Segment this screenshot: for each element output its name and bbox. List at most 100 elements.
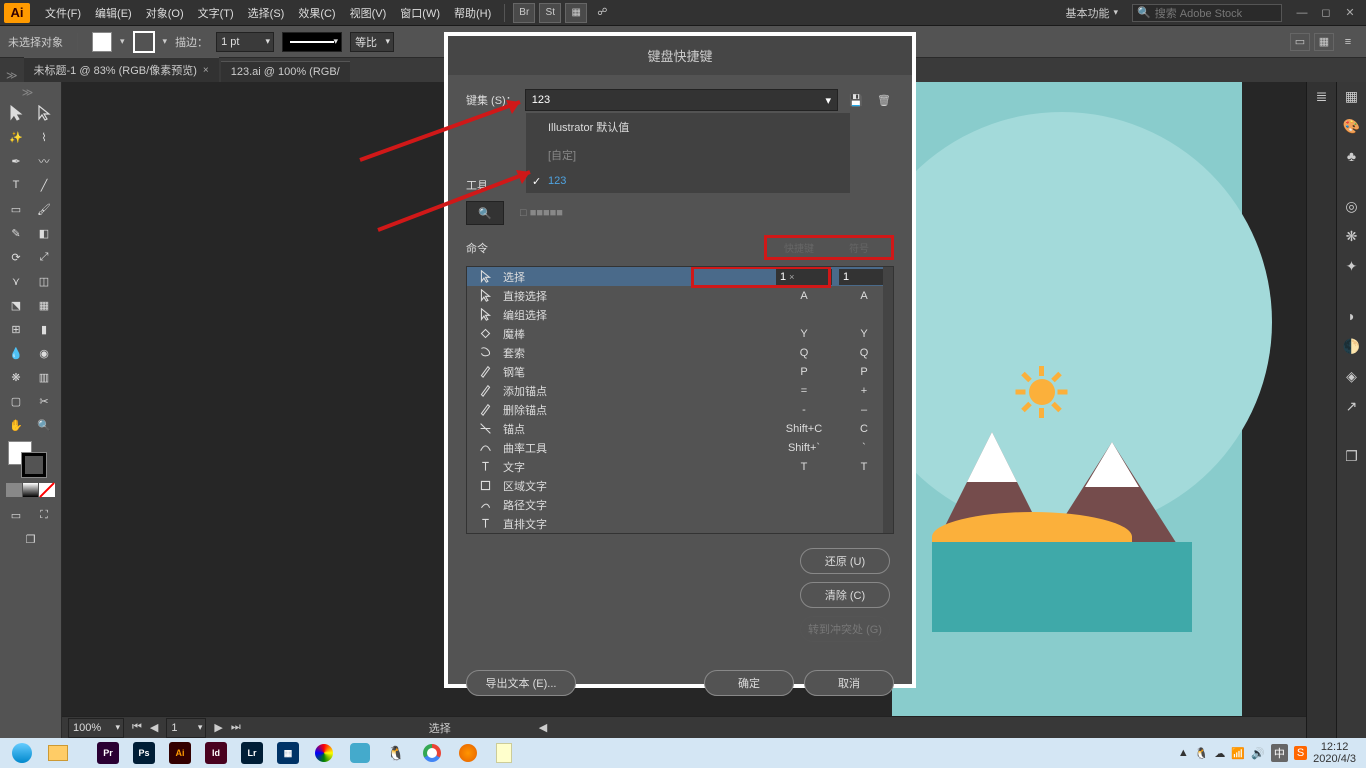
opacity-dd[interactable]: 等比 (350, 32, 394, 52)
brushes-panel-icon[interactable]: ❋ (1342, 226, 1362, 246)
brush-tool[interactable]: 🖌 (30, 197, 58, 221)
color-mode-chip[interactable] (6, 483, 22, 497)
blend-tool[interactable]: ◉ (30, 341, 58, 365)
appearance-panel-icon[interactable]: ↗ (1342, 396, 1362, 416)
rotate-tool[interactable]: ⟳ (2, 245, 30, 269)
shortcut-row[interactable]: 魔棒YY (467, 324, 893, 343)
nav-first-icon[interactable]: ⏮ (132, 721, 142, 734)
shape-builder-tool[interactable]: ⬔ (2, 293, 30, 317)
keyset-dropdown[interactable]: 123 (525, 89, 838, 111)
swatches-panel-icon[interactable]: ♣ (1342, 146, 1362, 166)
nav-prev-icon[interactable]: ◀ (150, 721, 158, 734)
rectangle-tool[interactable]: ▭ (2, 197, 30, 221)
hand-tool[interactable]: ✋ (2, 413, 30, 437)
explorer-icon[interactable] (42, 740, 74, 766)
menu-select[interactable]: 选择(S) (241, 0, 292, 26)
taskbar-lightroom-icon[interactable]: Lr (236, 740, 268, 766)
gradient-panel-icon[interactable]: 🌓 (1342, 336, 1362, 356)
none-mode-chip[interactable] (39, 483, 55, 497)
selection-tool[interactable] (2, 101, 30, 125)
stock-search[interactable]: 🔍 搜索 Adobe Stock (1132, 4, 1282, 22)
zoom-dropdown[interactable]: 100% (68, 718, 124, 738)
taskbar-app-2-icon[interactable] (308, 740, 340, 766)
bridge-icon[interactable]: Br (513, 3, 535, 23)
window-minimize[interactable]: — (1292, 3, 1312, 23)
tray-clock[interactable]: 12:12 2020/4/3 (1313, 741, 1356, 765)
shortcut-row[interactable]: 直接选择AA (467, 286, 893, 305)
stroke-width-dd[interactable]: 1 pt (216, 32, 274, 52)
screen-mode-normal[interactable]: ▭ (2, 503, 30, 527)
tray-sogou-icon[interactable]: S (1294, 746, 1307, 760)
shortcut-row[interactable]: 曲率工具Shift+`` (467, 438, 893, 457)
extra-icon[interactable]: ☍ (591, 3, 613, 23)
shortcut-row[interactable]: 直排区域文字 (467, 533, 893, 534)
eraser-tool[interactable]: ◧ (30, 221, 58, 245)
taskbar-notepad-icon[interactable] (488, 740, 520, 766)
taskbar-illustrator-icon[interactable]: Ai (164, 740, 196, 766)
workspace-dropdown[interactable]: 基本功能▾ (1059, 5, 1124, 21)
width-tool[interactable]: ⋎ (2, 269, 30, 293)
shortcut-row[interactable]: 添加锚点=+ (467, 381, 893, 400)
gradient-tool[interactable]: ▮ (30, 317, 58, 341)
tab-scroll-icon[interactable]: ≫ (6, 69, 18, 82)
panel-menu-icon[interactable]: ≡ (1338, 33, 1358, 51)
window-close[interactable]: ✕ (1340, 3, 1360, 23)
delete-keyset-icon[interactable]: 🗑 (874, 90, 894, 110)
clear-button[interactable]: 清除 (C) (800, 582, 890, 608)
shortcuts-list[interactable]: 选择1×1直接选择AA编组选择魔棒YY套索QQ钢笔PP添加锚点=+删除锚点-–锚… (466, 266, 894, 534)
search-shortcut-icon[interactable]: 🔍 (466, 201, 504, 225)
taskbar-qq-icon[interactable]: 🐧 (380, 740, 412, 766)
shaper-tool[interactable]: ✎ (2, 221, 30, 245)
artboard-tool[interactable]: ▢ (2, 389, 30, 413)
keyset-option-custom[interactable]: [自定] (526, 141, 850, 169)
stroke-profile[interactable] (282, 32, 342, 52)
screen-mode-full[interactable]: ⛶ (30, 503, 58, 527)
tray-qq-icon[interactable]: 🐧 (1195, 747, 1209, 760)
artboard-nav-dd[interactable]: 1 (166, 718, 206, 738)
menu-file[interactable]: 文件(F) (38, 0, 88, 26)
properties-panel-icon[interactable]: ≣ (1312, 86, 1332, 106)
layers-panel-icon[interactable]: ❐ (1342, 446, 1362, 466)
keyset-option-default[interactable]: Illustrator 默认值 (526, 113, 850, 141)
tray-volume-icon[interactable]: 🔊 (1251, 747, 1265, 760)
taskbar-photoshop-icon[interactable]: Ps (128, 740, 160, 766)
fill-stroke-control[interactable] (2, 437, 59, 481)
fill-swatch[interactable] (92, 32, 112, 52)
zoom-tool[interactable]: 🔍 (30, 413, 58, 437)
menu-edit[interactable]: 编辑(E) (88, 0, 139, 26)
stroke-panel-icon[interactable]: ◗ (1342, 306, 1362, 326)
taskbar-app-3-icon[interactable] (344, 740, 376, 766)
doc-tab-1[interactable]: 未标题-1 @ 83% (RGB/像素预览) × (24, 57, 219, 82)
line-tool[interactable]: ╱ (30, 173, 58, 197)
shortcut-row[interactable]: 文字TT (467, 457, 893, 476)
type-tool[interactable]: T (2, 173, 30, 197)
shortcut-row[interactable]: 区域文字 (467, 476, 893, 495)
tray-app-icon[interactable]: ☁ (1214, 747, 1225, 760)
lasso-tool[interactable]: ⌇ (30, 125, 58, 149)
doc-setup-icon[interactable]: ▭ (1290, 33, 1310, 51)
stroke-swatch[interactable] (133, 31, 155, 53)
menu-object[interactable]: 对象(O) (139, 0, 191, 26)
color-panel-icon[interactable]: 🎨 (1342, 116, 1362, 136)
magic-wand-tool[interactable]: ✨ (2, 125, 30, 149)
menu-effect[interactable]: 效果(C) (291, 0, 342, 26)
symbol-sprayer-tool[interactable]: ❋ (2, 365, 30, 389)
taskbar-firefox-icon[interactable] (452, 740, 484, 766)
toolbox-collapse-icon[interactable]: ≫ (2, 84, 53, 101)
tray-ime-icon[interactable]: 中 (1271, 744, 1288, 762)
tray-expand-icon[interactable]: ▲ (1178, 747, 1189, 759)
gradient-mode-chip[interactable] (23, 483, 39, 497)
taskbar-indesign-icon[interactable]: Id (200, 740, 232, 766)
shortcut-row[interactable]: 路径文字 (467, 495, 893, 514)
direct-selection-tool[interactable] (30, 101, 58, 125)
taskbar-app-1-icon[interactable]: ▦ (272, 740, 304, 766)
graph-tool[interactable]: ▥ (30, 365, 58, 389)
free-transform-tool[interactable]: ◫ (30, 269, 58, 293)
screen-mode-toggle[interactable]: ❐ (17, 527, 45, 551)
nav-last-icon[interactable]: ⏭ (231, 721, 241, 734)
cc-panel-icon[interactable]: ◎ (1342, 196, 1362, 216)
stroke-color-box[interactable] (22, 453, 46, 477)
symbols-panel-icon[interactable]: ✦ (1342, 256, 1362, 276)
nav-next-icon[interactable]: ▶ (214, 721, 222, 734)
shortcut-row[interactable]: 删除锚点-– (467, 400, 893, 419)
